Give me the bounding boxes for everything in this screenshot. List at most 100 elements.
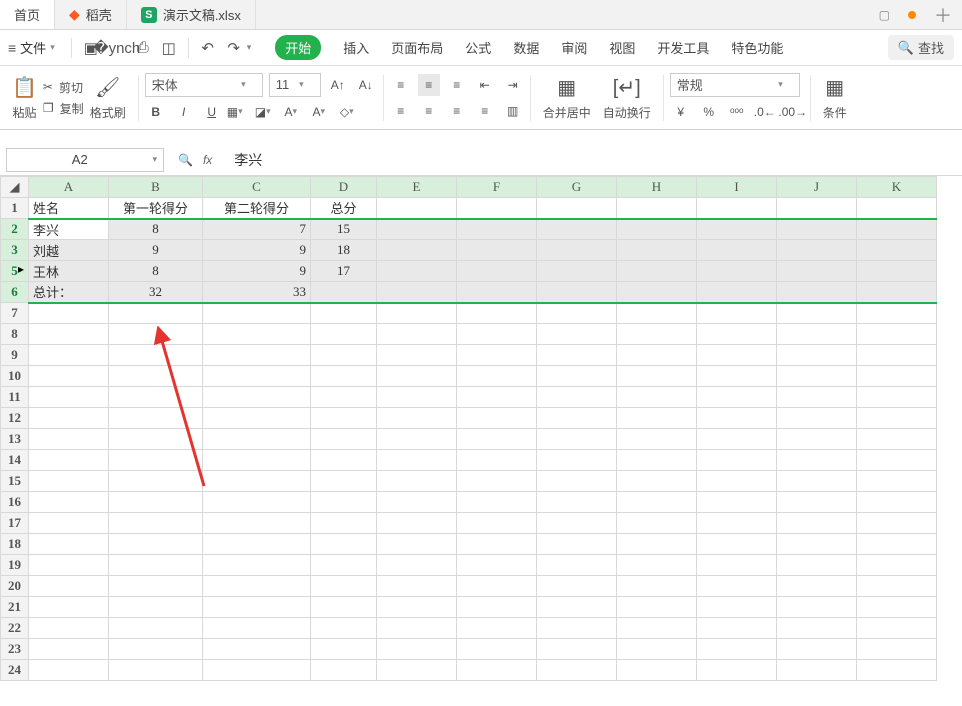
align-justify-icon[interactable]: ≡: [474, 100, 496, 122]
tab-document[interactable]: S演示文稿.xlsx: [127, 0, 256, 29]
ribbon-tab-view[interactable]: 视图: [609, 38, 635, 57]
row-header[interactable]: 15: [1, 471, 29, 492]
formula-input[interactable]: 李兴: [226, 150, 956, 170]
col-header[interactable]: E: [377, 177, 457, 198]
select-all-corner[interactable]: ◢: [1, 177, 29, 198]
tab-home[interactable]: 首页: [0, 0, 55, 29]
col-header[interactable]: D: [311, 177, 377, 198]
row-header[interactable]: 11: [1, 387, 29, 408]
cell[interactable]: 李兴: [29, 219, 109, 240]
cell[interactable]: 总分: [311, 198, 377, 219]
col-header[interactable]: B: [109, 177, 203, 198]
align-right-icon[interactable]: ≡: [446, 100, 468, 122]
row-header[interactable]: 9: [1, 345, 29, 366]
chevron-down-icon[interactable]: ▾: [247, 42, 252, 53]
align-top-icon[interactable]: ≡: [390, 74, 412, 96]
bold-button[interactable]: B: [145, 101, 167, 123]
paste-button[interactable]: 📋 粘贴: [6, 66, 43, 129]
cell[interactable]: 总计：: [29, 282, 109, 303]
chevron-down-icon[interactable]: ▾: [50, 42, 55, 53]
highlight-button[interactable]: A▾: [285, 101, 307, 123]
align-left-icon[interactable]: ≡: [390, 100, 412, 122]
col-header[interactable]: J: [777, 177, 857, 198]
fill-shape-button[interactable]: ◪▾: [257, 101, 279, 123]
ribbon-tab-start[interactable]: 开始: [275, 35, 321, 60]
row-header[interactable]: 5: [1, 261, 29, 282]
percent-icon[interactable]: %: [698, 101, 720, 123]
align-bottom-icon[interactable]: ≡: [446, 74, 468, 96]
col-header[interactable]: I: [697, 177, 777, 198]
fx-icon[interactable]: fx: [203, 153, 212, 167]
ribbon-tab-special[interactable]: 特色功能: [731, 38, 783, 57]
font-name-select[interactable]: 宋体▾: [145, 73, 263, 97]
save-as-icon[interactable]: �ynch: [107, 38, 127, 58]
ribbon-tab-review[interactable]: 审阅: [561, 38, 587, 57]
name-box[interactable]: A2 ▾: [6, 148, 164, 172]
col-header[interactable]: G: [537, 177, 617, 198]
preview-icon[interactable]: ◫: [159, 38, 179, 58]
wrap-text-button[interactable]: [↵] 自动换行: [597, 66, 657, 129]
row-header[interactable]: 16: [1, 492, 29, 513]
file-menu[interactable]: 文件: [20, 38, 46, 57]
cell[interactable]: 32: [109, 282, 203, 303]
col-header[interactable]: K: [857, 177, 937, 198]
cell[interactable]: 7: [203, 219, 311, 240]
cell[interactable]: [311, 282, 377, 303]
align-center-icon[interactable]: ≡: [418, 100, 440, 122]
cell[interactable]: 17: [311, 261, 377, 282]
cell[interactable]: 姓名: [29, 198, 109, 219]
cell[interactable]: 王林: [29, 261, 109, 282]
screen-icon[interactable]: ▢: [879, 8, 890, 22]
cell[interactable]: 9: [203, 240, 311, 261]
currency-icon[interactable]: ¥: [670, 101, 692, 123]
row-header[interactable]: 18: [1, 534, 29, 555]
cell[interactable]: 第一轮得分: [109, 198, 203, 219]
ribbon-tab-layout[interactable]: 页面布局: [391, 38, 443, 57]
row-header[interactable]: 17: [1, 513, 29, 534]
merge-split-icon[interactable]: ▥: [502, 100, 524, 122]
indent-decrease-icon[interactable]: ⇤: [474, 74, 496, 96]
new-tab-button[interactable]: ＋: [934, 2, 952, 28]
row-header[interactable]: 23: [1, 639, 29, 660]
merge-center-button[interactable]: ▦ 合并居中: [537, 66, 597, 129]
col-header[interactable]: A: [29, 177, 109, 198]
row-header[interactable]: 14: [1, 450, 29, 471]
thousands-icon[interactable]: ᵒᵒᵒ: [726, 101, 748, 123]
cell[interactable]: 18: [311, 240, 377, 261]
col-header[interactable]: F: [457, 177, 537, 198]
row-header[interactable]: 2: [1, 219, 29, 240]
cell[interactable]: 8: [109, 261, 203, 282]
ribbon-tab-dev[interactable]: 开发工具: [657, 38, 709, 57]
align-middle-icon[interactable]: ≡: [418, 74, 440, 96]
cell[interactable]: 9: [203, 261, 311, 282]
decrease-decimal-icon[interactable]: .00→: [782, 101, 804, 123]
cell[interactable]: 33: [203, 282, 311, 303]
row-header[interactable]: 21: [1, 597, 29, 618]
row-header[interactable]: 13: [1, 429, 29, 450]
search-box[interactable]: 🔍 查找: [888, 35, 954, 60]
column-headers[interactable]: ◢ A B C D E F G H I J K: [1, 177, 937, 198]
indent-increase-icon[interactable]: ⇥: [502, 74, 524, 96]
row-header[interactable]: 10: [1, 366, 29, 387]
cell[interactable]: 9: [109, 240, 203, 261]
cell[interactable]: 刘越: [29, 240, 109, 261]
col-header[interactable]: H: [617, 177, 697, 198]
col-header[interactable]: C: [203, 177, 311, 198]
ribbon-tab-formula[interactable]: 公式: [465, 38, 491, 57]
increase-decimal-icon[interactable]: .0←: [754, 101, 776, 123]
undo-icon[interactable]: ↶: [198, 38, 218, 58]
row-header[interactable]: 24: [1, 660, 29, 681]
print-icon[interactable]: ⎙: [133, 38, 153, 58]
row-header[interactable]: 8: [1, 324, 29, 345]
format-painter-button[interactable]: 🖌 格式刷: [84, 66, 132, 129]
underline-button[interactable]: U: [201, 101, 223, 123]
row-header[interactable]: 20: [1, 576, 29, 597]
ribbon-tab-insert[interactable]: 插入: [343, 38, 369, 57]
cell[interactable]: 8: [109, 219, 203, 240]
clear-format-button[interactable]: ◇▾: [341, 101, 363, 123]
conditional-format-button[interactable]: ▦ 条件: [817, 66, 853, 129]
row-header[interactable]: 12: [1, 408, 29, 429]
number-format-select[interactable]: 常规▾: [670, 73, 800, 97]
ribbon-tab-data[interactable]: 数据: [513, 38, 539, 57]
redo-icon[interactable]: ↷: [224, 38, 244, 58]
